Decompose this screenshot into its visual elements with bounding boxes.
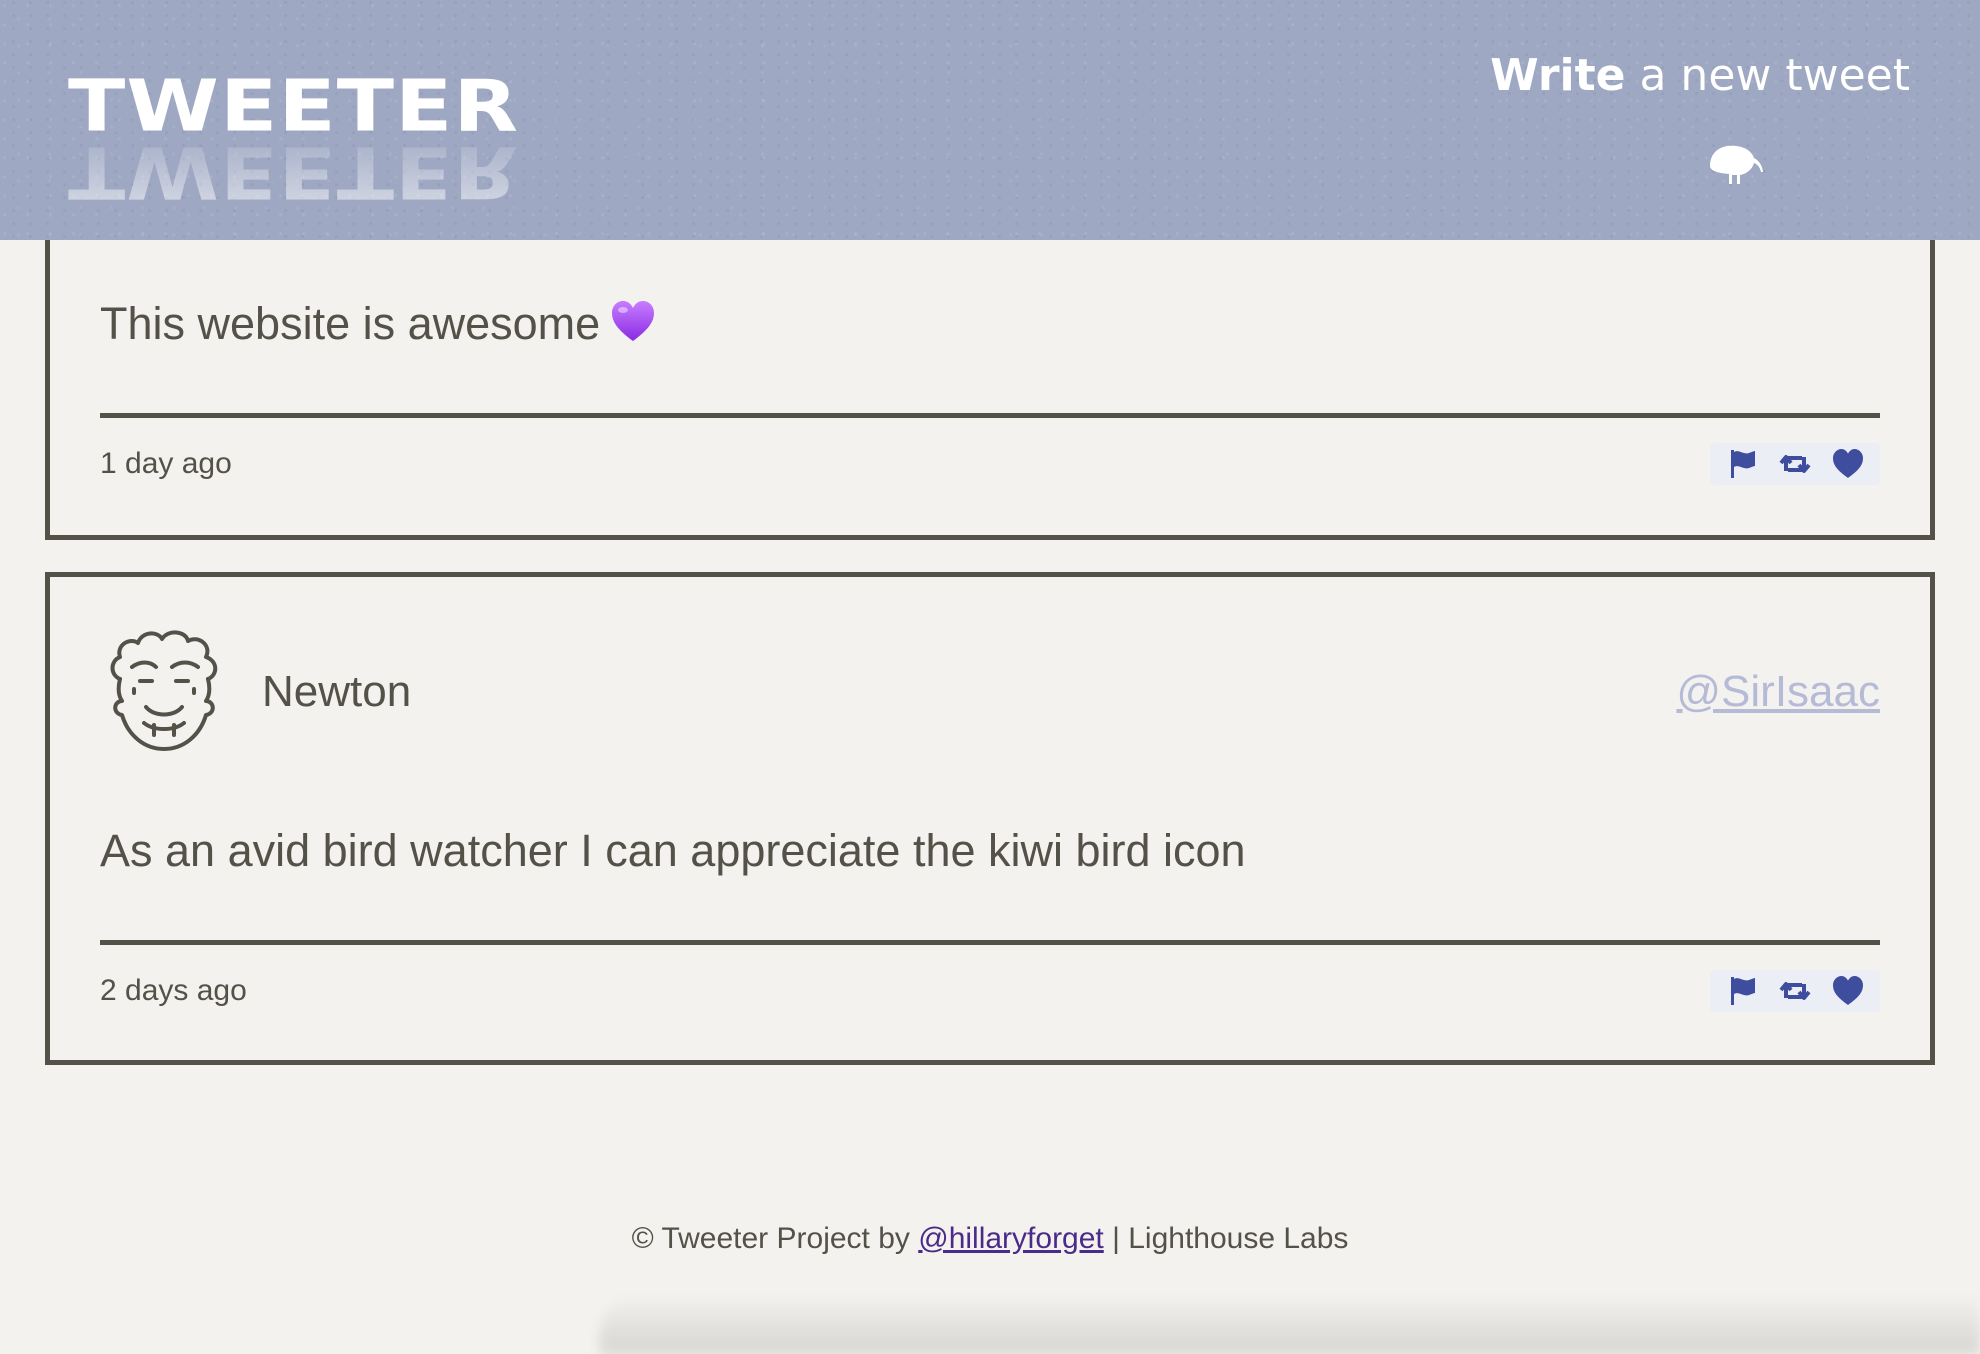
tweet-text: This website is awesome: [100, 298, 601, 349]
footer-suffix: | Lighthouse Labs: [1103, 1222, 1349, 1255]
bottom-shadow: [600, 1295, 1980, 1354]
tweet-timestamp: 2 days ago: [100, 974, 247, 1007]
tweet-divider: [100, 940, 1880, 945]
tweet-actions: [1710, 970, 1880, 1012]
top-nav: TWEETER TWEETER Write a new tweet: [0, 0, 1980, 240]
footer-author-link[interactable]: @hillaryforget: [918, 1222, 1104, 1255]
logo-text: TWEETER: [68, 64, 520, 148]
tweet-content: This website is awesome: [100, 298, 656, 350]
compose-bold: Write: [1490, 50, 1626, 101]
tweet-timestamp: 1 day ago: [100, 447, 232, 480]
compose-rest: a new tweet: [1625, 50, 1910, 101]
tweet-divider: [100, 413, 1880, 418]
heart-icon[interactable]: [1831, 447, 1865, 481]
footer-prefix: © Tweeter Project by: [631, 1222, 919, 1255]
write-new-tweet-button[interactable]: Write a new tweet: [1490, 50, 1910, 101]
tweet-actions: [1710, 443, 1880, 485]
retweet-icon[interactable]: [1778, 447, 1812, 481]
tweet-card: Newton @SirIsaac As an avid bird watcher…: [45, 572, 1935, 1065]
flag-icon[interactable]: [1725, 447, 1759, 481]
flag-icon[interactable]: [1725, 974, 1759, 1008]
retweet-icon[interactable]: [1778, 974, 1812, 1008]
tweet-content: As an avid bird watcher I can appreciate…: [100, 825, 1246, 876]
kiwi-bird-icon[interactable]: [1706, 140, 1764, 186]
author-name: Newton: [262, 667, 412, 716]
author-handle[interactable]: @SirIsaac: [1676, 667, 1880, 717]
logo-reflection: TWEETER: [68, 130, 520, 214]
purple-heart-emoji-icon: [612, 301, 655, 341]
page-footer: © Tweeter Project by @hillaryforget | Li…: [0, 1222, 1980, 1256]
newton-avatar: [110, 630, 218, 751]
heart-icon[interactable]: [1831, 974, 1865, 1008]
tweeter-logo[interactable]: TWEETER TWEETER: [68, 70, 519, 214]
